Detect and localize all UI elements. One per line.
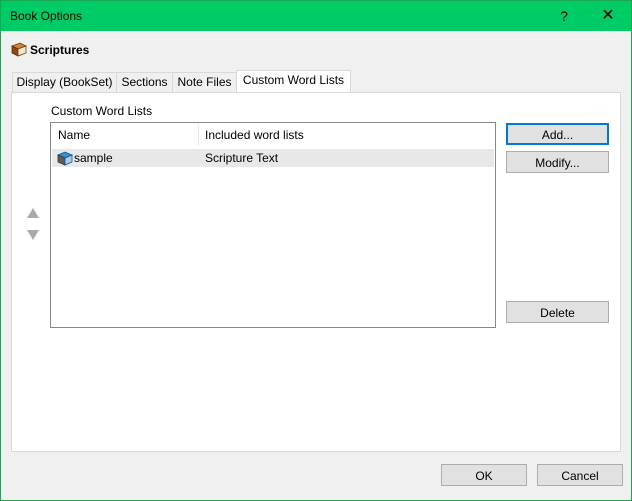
arrow-down-icon[interactable] bbox=[26, 229, 40, 241]
book-title: Scriptures bbox=[30, 43, 90, 57]
window-title: Book Options bbox=[10, 9, 83, 23]
title-bar[interactable]: Book Options ? ✕ bbox=[1, 1, 631, 31]
word-lists-table[interactable]: Name Included word lists sample Scriptur… bbox=[50, 122, 496, 328]
tab-label: Note Files bbox=[177, 75, 232, 89]
table-row[interactable]: sample Scripture Text bbox=[52, 149, 494, 167]
tab-custom-word-lists[interactable]: Custom Word Lists bbox=[236, 70, 351, 92]
ok-button[interactable]: OK bbox=[441, 464, 527, 486]
row-included: Scripture Text bbox=[205, 151, 279, 165]
delete-button[interactable]: Delete bbox=[506, 301, 609, 323]
tab-sections[interactable]: Sections bbox=[116, 72, 173, 92]
column-separator[interactable] bbox=[198, 125, 199, 145]
tab-note-files[interactable]: Note Files bbox=[172, 72, 237, 92]
arrow-up-icon[interactable] bbox=[26, 207, 40, 219]
column-header-name[interactable]: Name bbox=[58, 123, 90, 147]
tab-display-bookset[interactable]: Display (BookSet) bbox=[12, 72, 117, 92]
add-button[interactable]: Add... bbox=[506, 123, 609, 145]
tab-label: Display (BookSet) bbox=[16, 75, 113, 89]
close-button[interactable]: ✕ bbox=[585, 1, 631, 31]
tab-label: Sections bbox=[121, 75, 168, 89]
book-icon bbox=[11, 42, 27, 57]
tab-label: Custom Word Lists bbox=[242, 73, 345, 87]
modify-button[interactable]: Modify... bbox=[506, 151, 609, 173]
word-list-icon bbox=[57, 151, 73, 166]
help-button[interactable]: ? bbox=[541, 1, 587, 31]
book-options-dialog: Book Options ? ✕ Scriptures Display (Boo… bbox=[0, 0, 632, 501]
column-header-included[interactable]: Included word lists bbox=[205, 123, 304, 147]
cancel-button[interactable]: Cancel bbox=[537, 464, 623, 486]
row-name: sample bbox=[74, 151, 113, 165]
group-label: Custom Word Lists bbox=[51, 104, 153, 118]
